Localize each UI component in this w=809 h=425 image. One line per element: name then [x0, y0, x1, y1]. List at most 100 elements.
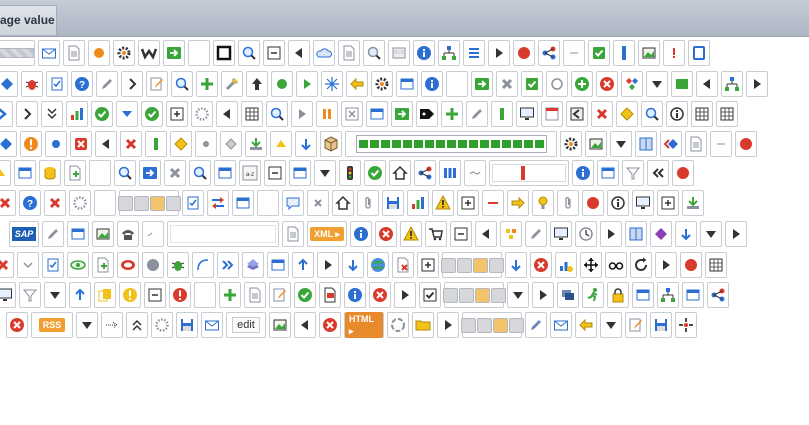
download-button[interactable] [682, 190, 704, 216]
green-check-button[interactable] [91, 101, 113, 127]
gray-diamond-button[interactable] [220, 131, 242, 157]
pencil-button[interactable] [466, 101, 488, 127]
triangle-up-button[interactable] [0, 160, 11, 186]
down-arrow-button[interactable] [295, 131, 317, 157]
blank-button[interactable] [446, 71, 468, 97]
plus-box-button[interactable] [457, 190, 479, 216]
info-button[interactable] [350, 221, 372, 247]
html-badge[interactable]: HTML ▸ [344, 312, 384, 338]
dot-button[interactable] [195, 131, 217, 157]
help-button[interactable]: ? [19, 190, 41, 216]
screen-button[interactable] [632, 190, 654, 216]
red-x-button[interactable] [0, 190, 16, 216]
triangle-left-button[interactable] [475, 221, 497, 247]
close-small-button[interactable] [307, 190, 329, 216]
form-button[interactable] [388, 40, 410, 66]
warning-button[interactable] [400, 221, 422, 247]
picture-button[interactable] [585, 131, 607, 157]
triangle-down-button[interactable] [507, 282, 529, 308]
blue-square-button[interactable] [688, 40, 710, 66]
segmented-button[interactable] [117, 190, 181, 216]
hierarchy-button[interactable] [657, 282, 679, 308]
red-circle-button[interactable] [513, 40, 535, 66]
triangle-right-button[interactable] [394, 282, 416, 308]
filter-button[interactable] [622, 160, 644, 186]
yellow-arrow-button[interactable] [507, 190, 529, 216]
triangle-down-button[interactable] [646, 71, 668, 97]
window-button[interactable] [214, 160, 236, 186]
green-check-button[interactable] [364, 160, 386, 186]
minus-box-button[interactable] [450, 221, 472, 247]
green-check-box-button[interactable] [521, 71, 543, 97]
green-plus-circle-button[interactable] [571, 71, 593, 97]
triangle-down-button[interactable] [314, 160, 336, 186]
checklist-button[interactable] [182, 190, 204, 216]
picture-button[interactable] [269, 312, 291, 338]
globe-button[interactable] [367, 252, 389, 278]
red-x-box-button[interactable] [70, 131, 92, 157]
cloud-button[interactable] [313, 40, 335, 66]
warning-button[interactable] [432, 190, 454, 216]
red-minus-button[interactable] [482, 190, 504, 216]
up-arrow-button[interactable] [69, 282, 91, 308]
info-button[interactable] [421, 71, 443, 97]
magnifier-button[interactable] [641, 101, 663, 127]
red-x-button[interactable] [0, 252, 14, 278]
triangle-left-button[interactable] [294, 312, 316, 338]
book-button[interactable] [635, 131, 657, 157]
home-button[interactable] [332, 190, 354, 216]
back-arrow-button[interactable] [575, 312, 597, 338]
save-button[interactable] [176, 312, 198, 338]
down-arrow-button[interactable] [342, 252, 364, 278]
runner-button[interactable] [582, 282, 604, 308]
triangle-right-button[interactable] [532, 282, 554, 308]
magnifier-button[interactable] [171, 71, 193, 97]
crosshair-button[interactable] [675, 312, 697, 338]
green-check-button[interactable] [294, 282, 316, 308]
settings-window-button[interactable] [366, 101, 388, 127]
document-lines-button[interactable] [338, 40, 360, 66]
green-plus-button[interactable] [219, 282, 241, 308]
info-button[interactable] [344, 282, 366, 308]
spinner-button[interactable] [151, 312, 173, 338]
magnifier-button[interactable] [114, 160, 136, 186]
checklist-button[interactable] [46, 71, 68, 97]
info-button[interactable] [413, 40, 435, 66]
edit-note-button[interactable] [146, 71, 168, 97]
curve-button[interactable] [192, 252, 214, 278]
copy-button[interactable] [94, 282, 116, 308]
double-left-button[interactable] [647, 160, 669, 186]
envelope-open-button[interactable] [38, 40, 60, 66]
chart-button[interactable] [66, 101, 88, 127]
blank-button[interactable] [94, 190, 116, 216]
document-button[interactable] [685, 131, 707, 157]
red-x-circle-button[interactable] [319, 312, 341, 338]
red-alert-button[interactable] [169, 282, 191, 308]
checkbox-button[interactable] [419, 282, 441, 308]
triangle-right-button[interactable] [488, 40, 510, 66]
orange-exclamation-button[interactable] [20, 131, 42, 157]
chevron-right-button[interactable] [16, 101, 38, 127]
magnifier-button[interactable] [238, 40, 260, 66]
image-frame-button[interactable] [638, 40, 660, 66]
eye-button[interactable] [67, 252, 89, 278]
edit-button[interactable]: edit [226, 312, 266, 338]
diamond-left-button[interactable] [660, 131, 682, 157]
pencil-button[interactable] [96, 71, 118, 97]
share-button[interactable] [414, 160, 436, 186]
home-button[interactable] [389, 160, 411, 186]
green-arrow-box-button[interactable] [471, 71, 493, 97]
minus-box-button[interactable] [264, 160, 286, 186]
bug-button[interactable] [21, 71, 43, 97]
back-box-button[interactable] [566, 101, 588, 127]
refresh-button[interactable] [630, 252, 652, 278]
table-button[interactable] [691, 101, 713, 127]
sparkle-button[interactable] [321, 71, 343, 97]
orange-dot-button[interactable] [88, 40, 110, 66]
pause-button[interactable] [316, 101, 338, 127]
bar-button[interactable] [0, 40, 35, 66]
yellow-diamond-button[interactable] [170, 131, 192, 157]
columns-button[interactable] [439, 160, 461, 186]
save-button[interactable] [382, 190, 404, 216]
green-bar-button[interactable] [491, 101, 513, 127]
